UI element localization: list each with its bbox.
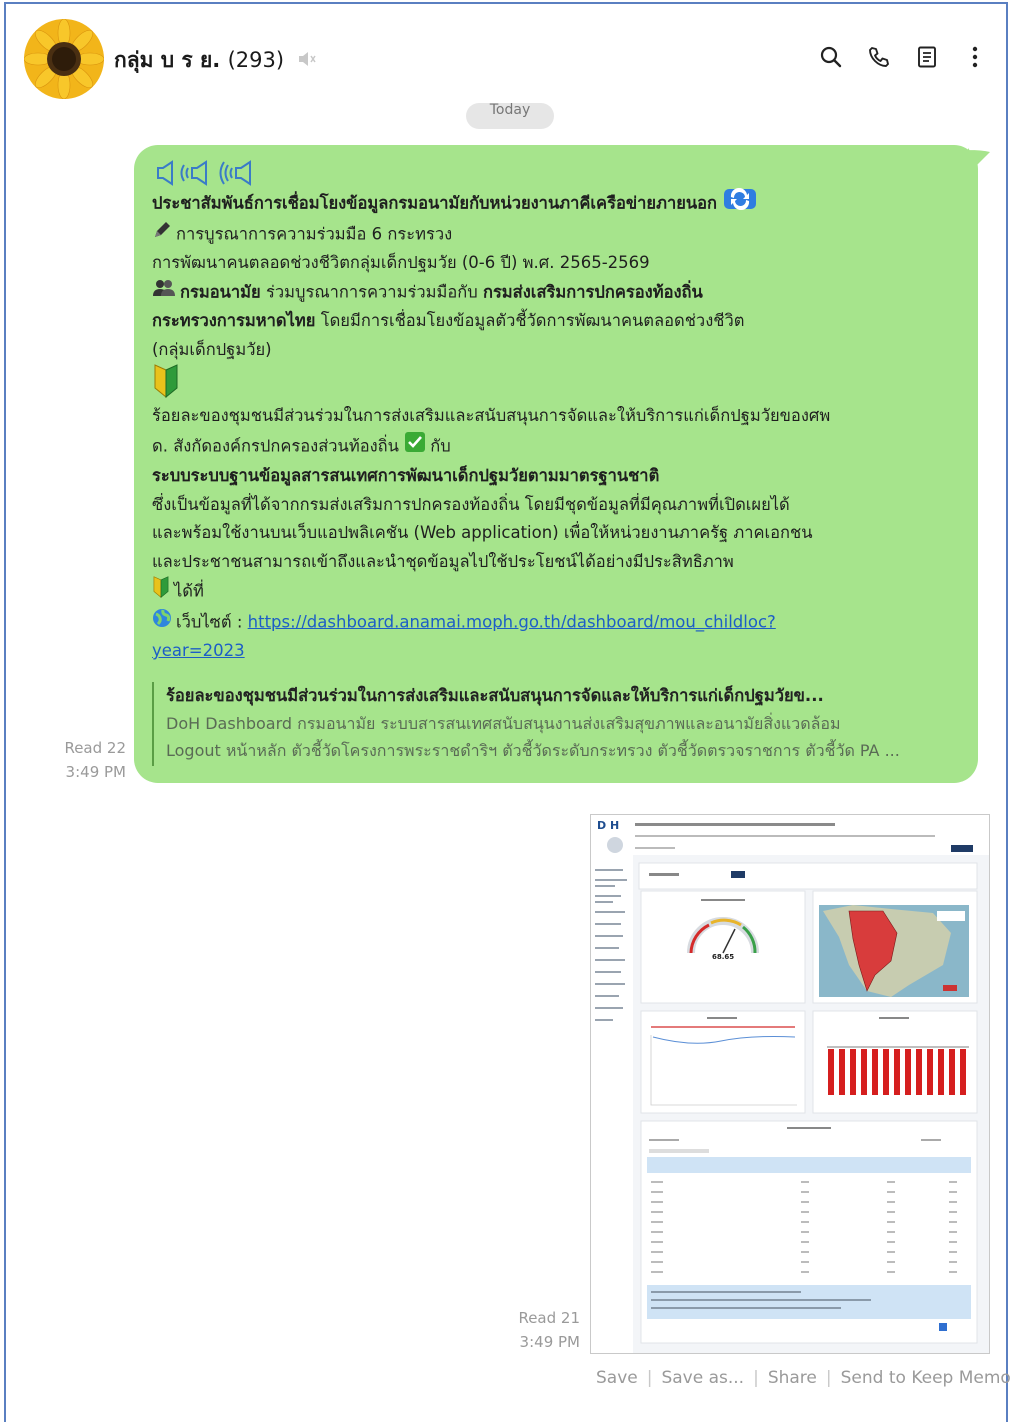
chat-header: กลุ่ม บ ร ย. (293) [6, 4, 1006, 112]
text-line-4-bold: กระทรวงการมหาดไทย [152, 311, 316, 330]
header-actions [818, 44, 988, 70]
group-name: กลุ่ม บ ร ย. [114, 48, 221, 72]
time-2: 3:49 PM [519, 1333, 580, 1351]
headline: ประชาสัมพันธ์การเชื่อมโยงข้อมูลกรมอนามัย… [152, 193, 718, 213]
preview-title: ร้อยละของชุมชนมีส่วนร่วมในการส่งเสริมและ… [166, 686, 824, 705]
more-vertical-icon[interactable] [962, 44, 988, 70]
text-line-7b: กับ [430, 435, 451, 455]
text-line-1: การบูรณาการความร่วมมือ 6 กระทรวง [176, 223, 453, 243]
group-title[interactable]: กลุ่ม บ ร ย. (293) [114, 44, 317, 77]
image-actions: Save | Save as... | Share | Send to Keep… [596, 1368, 1010, 1388]
share-button[interactable]: Share [768, 1368, 817, 1388]
read-status-1: Read 22 [64, 739, 126, 757]
link-preview[interactable]: ร้อยละของชุมชนมีส่วนร่วมในการส่งเสริมและ… [152, 682, 960, 766]
text-line-3-bold2: กรมส่งเสริมการปกครองท้องถิ่น [482, 281, 703, 301]
text-line-3: ร่วมบูรณาการความร่วมมือกับ [260, 281, 483, 301]
check-box-icon [404, 431, 426, 463]
beginner-badge-icon [152, 364, 180, 402]
bubble-tail [968, 148, 990, 170]
text-line-3-bold1: กรมอนามัย [180, 281, 261, 301]
speaker-icon [157, 160, 251, 186]
phone-icon[interactable] [866, 44, 892, 70]
text-line-12: ได้ที่ [174, 581, 204, 601]
search-icon[interactable] [818, 44, 844, 70]
save-button[interactable]: Save [596, 1368, 638, 1388]
text-line-2: การพัฒนาคนตลอดช่วงชีวิตกลุ่มเด็กปฐมวัย (… [152, 253, 650, 272]
text-line-11: และประชาชนสามารถเข้าถึงและนำชุดข้อมูลไปใ… [152, 551, 734, 571]
keep-memo-button[interactable]: Send to Keep Memo [841, 1368, 1010, 1388]
read-status-2: Read 21 [518, 1309, 580, 1327]
people-icon [152, 278, 176, 308]
read-receipt-2: Read 21 3:49 PM [506, 1306, 580, 1354]
text-line-9: ซึ่งเป็นข้อมูลที่ได้จากกรมส่งเสริมการปกค… [152, 494, 790, 514]
save-as-button[interactable]: Save as... [661, 1368, 744, 1388]
separator: | [825, 1368, 832, 1388]
website-link-cont[interactable]: year=2023 [152, 641, 245, 660]
gauge-value: 68.65 [712, 953, 734, 961]
notes-icon[interactable] [914, 44, 940, 70]
mute-icon [297, 49, 317, 73]
globe-icon [152, 608, 172, 638]
text-line-10: และพร้อมใช้งานบนเว็บแอปพลิเคชัน (Web app… [152, 523, 813, 542]
website-label: เว็บไซต์ : [176, 611, 243, 631]
text-line-7: ด. สังกัดองค์กรปกครองส่วนท้องถิ่น [152, 435, 399, 455]
read-receipt-1: Read 22 3:49 PM [54, 736, 126, 784]
separator: | [753, 1368, 759, 1388]
repeat-icon [723, 187, 757, 220]
website-link[interactable]: https://dashboard.anamai.moph.go.th/dash… [248, 612, 776, 631]
preview-desc-1: DoH Dashboard กรมอนามัย ระบบสารสนเทศสนับ… [166, 714, 841, 733]
text-line-8: ระบบระบบฐานข้อมูลสารสนเทศการพัฒนาเด็กปฐม… [152, 466, 660, 485]
group-avatar[interactable] [24, 19, 104, 99]
text-line-5: (กลุ่มเด็กปฐมวัย) [152, 339, 272, 359]
pencil-icon [152, 220, 172, 250]
time-1: 3:49 PM [65, 763, 126, 781]
text-line-6: ร้อยละของชุมชนมีส่วนร่วมในการส่งเสริมและ… [152, 406, 831, 425]
date-divider: Today [466, 103, 554, 129]
dashboard-logo: D H [597, 819, 619, 832]
message-text: ประชาสัมพันธ์การเชื่อมโยงข้อมูลกรมอนามัย… [152, 158, 962, 666]
beginner-badge-small-icon [152, 576, 170, 608]
separator: | [646, 1368, 653, 1388]
preview-desc-2: Logout หน้าหลัก ตัวชี้วัดโครงการพระราชดำ… [166, 741, 900, 760]
dashboard-screenshot-image: D H 68.65 [591, 815, 989, 1353]
speaker-emojis [152, 158, 962, 188]
text-line-4: โดยมีการเชื่อมโยงข้อมูลตัวชี้วัดการพัฒนา… [315, 311, 745, 330]
member-count: (293) [227, 48, 285, 72]
image-message[interactable]: D H 68.65 [590, 814, 990, 1354]
